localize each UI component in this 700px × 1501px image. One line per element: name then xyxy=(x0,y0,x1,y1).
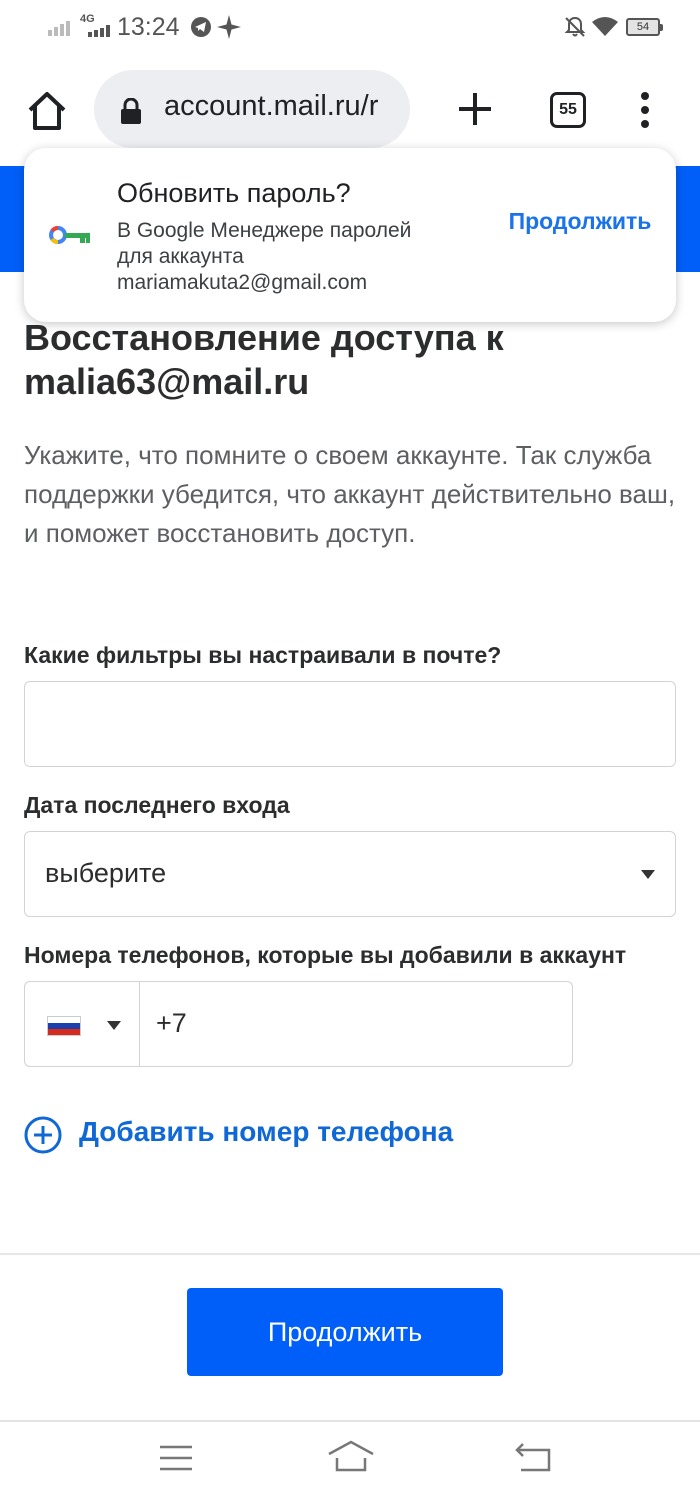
phone-prefix: +7 xyxy=(156,1008,187,1038)
clock: 13:24 xyxy=(117,13,180,41)
add-phone-label: Добавить номер телефона xyxy=(79,1116,454,1147)
network-type: 4G xyxy=(80,13,95,25)
signal-bars-icon xyxy=(88,25,110,37)
lock-icon xyxy=(121,98,141,124)
plus-icon[interactable] xyxy=(456,90,494,128)
telegram-icon xyxy=(191,17,211,37)
tabs-icon[interactable]: 55 xyxy=(550,92,586,128)
page-title-line1: Восстановление доступа к xyxy=(24,317,504,358)
wifi-icon xyxy=(592,17,618,36)
country-select[interactable] xyxy=(24,981,140,1067)
intro-text: Укажите, что помните о своем аккаунте. Т… xyxy=(24,440,676,548)
last-login-label: Дата последнего входа xyxy=(24,792,290,818)
phone-input[interactable]: +7 xyxy=(139,981,573,1067)
key-icon xyxy=(49,226,90,244)
password-update-popup: Обновить пароль? В Google Менеджере паро… xyxy=(24,148,676,322)
continue-button[interactable]: Продолжить xyxy=(187,1288,503,1376)
chevron-down-icon xyxy=(641,870,655,879)
filters-input[interactable] xyxy=(24,681,676,767)
popup-email: mariamakuta2@gmail.com xyxy=(117,271,368,294)
battery-icon: 54 xyxy=(626,18,663,36)
divider xyxy=(0,1253,700,1255)
more-vert-icon[interactable] xyxy=(632,90,658,130)
home-icon[interactable] xyxy=(327,1440,375,1472)
popup-description: В Google Менеджере паролей для аккаунта … xyxy=(117,218,477,296)
popup-desc-line1: В Google Менеджере паролей xyxy=(117,219,412,242)
add-circle-icon xyxy=(24,1116,62,1154)
mute-icon xyxy=(564,16,586,37)
popup-title: Обновить пароль? xyxy=(117,178,351,208)
phones-label: Номера телефонов, которые вы добавили в … xyxy=(24,942,627,968)
popup-desc-line2: для аккаунта xyxy=(117,245,244,268)
filters-label: Какие фильтры вы настраивали в почте? xyxy=(24,642,502,668)
popup-continue-button[interactable]: Продолжить xyxy=(502,204,658,238)
system-nav-bar xyxy=(0,1420,700,1501)
address-bar[interactable]: account.mail.ru/r xyxy=(94,70,410,148)
signal-icon xyxy=(48,21,70,36)
main-content: Восстановление доступа к malia63@mail.ru… xyxy=(24,316,676,553)
page-title: Восстановление доступа к malia63@mail.ru xyxy=(24,316,676,404)
last-login-select[interactable]: выберите xyxy=(24,831,676,917)
url-text: account.mail.ru/r xyxy=(164,90,379,122)
chevron-down-icon xyxy=(107,1021,121,1030)
last-login-value: выберите xyxy=(45,858,167,888)
status-bar: 4G 13:24 54 xyxy=(0,0,700,56)
screen: 4G 13:24 54 account.mail.ru/r 55 Восстан… xyxy=(0,0,700,1501)
russia-flag-icon xyxy=(48,1017,80,1035)
page-title-email: malia63@mail.ru xyxy=(24,361,310,402)
back-icon[interactable] xyxy=(515,1442,551,1472)
menu-icon[interactable] xyxy=(159,1444,193,1472)
home-icon[interactable] xyxy=(26,90,68,132)
sparkle-icon xyxy=(217,15,241,39)
